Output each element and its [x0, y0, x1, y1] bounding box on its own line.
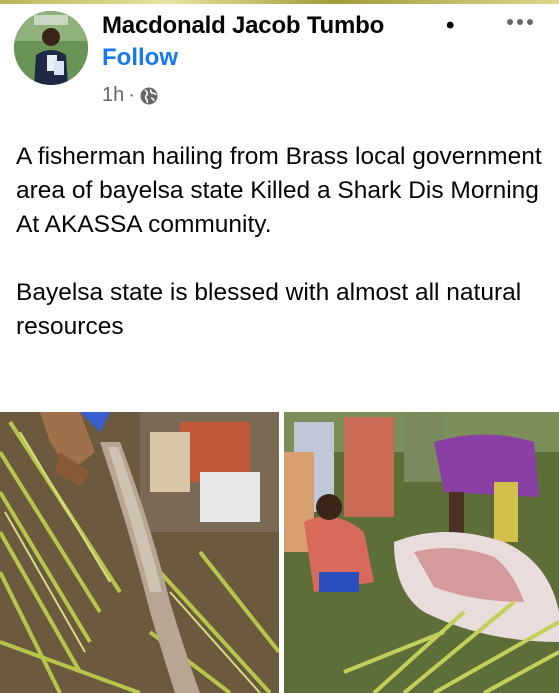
post-paragraph: A fisherman hailing from Brass local gov… — [16, 143, 542, 238]
meta-separator: · — [128, 84, 135, 106]
shark-on-palm-leaves-image — [0, 412, 279, 693]
photo-grid — [0, 412, 559, 693]
cover-strip — [0, 0, 559, 4]
avatar[interactable] — [14, 11, 88, 85]
men-cutting-shark-image — [284, 412, 559, 693]
avatar-image — [14, 11, 88, 85]
post-meta: 1h · — [102, 84, 159, 107]
globe-icon[interactable] — [139, 86, 159, 106]
separator-dot: • — [446, 12, 455, 39]
author-name[interactable]: Macdonald Jacob Tumbo — [102, 12, 384, 40]
post-text: A fisherman hailing from Brass local gov… — [16, 140, 551, 344]
more-dot — [517, 19, 523, 25]
more-dot — [527, 19, 533, 25]
follow-button[interactable]: Follow — [102, 44, 178, 72]
more-options-icon[interactable] — [500, 8, 540, 36]
photo-2[interactable] — [284, 412, 559, 693]
more-dot — [507, 19, 513, 25]
photo-1[interactable] — [0, 412, 279, 693]
timestamp[interactable]: 1h — [102, 84, 124, 107]
post-paragraph: Bayelsa state is blessed with almost all… — [16, 279, 522, 340]
